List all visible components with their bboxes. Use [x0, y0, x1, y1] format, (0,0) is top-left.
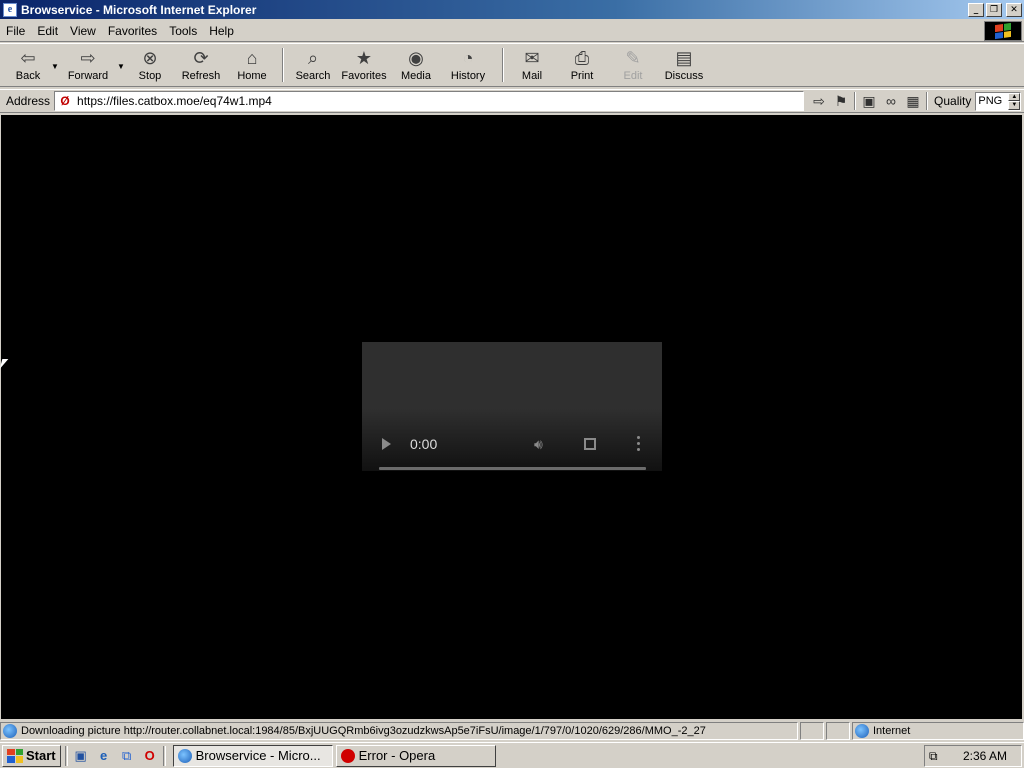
print-button[interactable]: ⎙ Print — [554, 44, 610, 86]
discuss-icon: ▤ — [675, 47, 693, 68]
toolbar-separator — [502, 48, 504, 82]
fullscreen-icon[interactable] — [584, 438, 596, 450]
home-icon: ⌂ — [246, 47, 258, 68]
discuss-button[interactable]: ▤ Discuss — [656, 44, 712, 86]
opera-task-icon — [340, 748, 355, 763]
binoculars-find-icon[interactable]: ∞ — [880, 91, 902, 111]
address-tools: ⇨ ⚑ ▣ ∞ ▦ Quality PNG ▲ ▼ — [808, 91, 1022, 111]
opera-quicklaunch-icon[interactable]: O — [141, 747, 159, 765]
address-label: Address — [6, 94, 51, 108]
search-icon: ⌕ — [307, 47, 319, 68]
window-title: Browservice - Microsoft Internet Explore… — [21, 2, 257, 17]
clock[interactable]: 2:36 AM — [963, 749, 1007, 763]
bookmark-icon[interactable]: ⚑ — [830, 91, 852, 111]
quality-label: Quality — [934, 94, 972, 108]
back-dropdown-icon[interactable]: ▼ — [50, 44, 60, 86]
back-arrow-icon: ⇦ — [20, 47, 36, 68]
edit-button[interactable]: ✎ Edit — [610, 44, 656, 86]
menu-help[interactable]: Help — [203, 20, 240, 42]
video-player[interactable]: 0:00 🔊︎ — [362, 342, 662, 471]
status-bar: Downloading picture http://router.collab… — [0, 721, 1024, 741]
page-content: 0:00 🔊︎ — [0, 115, 1022, 719]
menu-view[interactable]: View — [64, 20, 102, 42]
network-tray-icon[interactable]: ⧉ — [929, 749, 938, 764]
more-options-icon[interactable] — [637, 436, 640, 451]
standard-toolbar: ⇦ Back ▼ ⇨ Forward ▼ ⊗ Stop ⟳ Refresh ⌂ … — [0, 43, 1024, 87]
network-quicklaunch-icon[interactable]: ⧉ — [118, 747, 136, 765]
menu-file[interactable]: File — [0, 20, 31, 42]
status-text-panel: Downloading picture http://router.collab… — [0, 722, 798, 740]
forward-button[interactable]: ⇨ Forward — [60, 44, 116, 86]
media-button[interactable]: ◉ Media — [392, 44, 440, 86]
home-button[interactable]: ⌂ Home — [228, 44, 276, 86]
ie-page-icon — [3, 724, 17, 738]
mail-button[interactable]: ✉ Mail — [510, 44, 554, 86]
quality-value: PNG — [978, 95, 1003, 107]
status-text: Downloading picture http://router.collab… — [21, 725, 706, 737]
media-icon: ◉ — [408, 47, 424, 68]
address-bar: Address Ø https://files.catbox.moe/eq74w… — [0, 89, 1024, 113]
quality-spinner[interactable]: ▲ ▼ — [1008, 92, 1021, 110]
mail-icon: ✉ — [524, 47, 540, 68]
status-cell — [826, 722, 850, 740]
window-controls: _ ❐ ✕ — [968, 2, 1022, 17]
menu-edit[interactable]: Edit — [31, 20, 64, 42]
refresh-icon: ⟳ — [193, 47, 209, 68]
security-zone: Internet — [852, 722, 1024, 740]
windows-throbber-icon — [984, 21, 1022, 41]
system-tray: ⧉ 2:36 AM — [924, 745, 1022, 767]
go-arrow-icon[interactable]: ⇨ — [808, 91, 830, 111]
start-button[interactable]: Start — [2, 744, 61, 767]
forward-dropdown-icon[interactable]: ▼ — [116, 44, 126, 86]
windows-logo-icon — [7, 748, 23, 763]
minimize-button[interactable]: _ — [968, 2, 984, 17]
menu-tools[interactable]: Tools — [163, 20, 203, 42]
taskbar-task-opera[interactable]: Error - Opera — [335, 744, 496, 767]
quality-select[interactable]: PNG ▲ ▼ — [975, 91, 1022, 111]
edit-page-icon: ✎ — [625, 47, 641, 68]
globe-icon — [855, 724, 869, 738]
video-progress-bar[interactable] — [379, 467, 646, 470]
stop-button[interactable]: ⊗ Stop — [126, 44, 174, 86]
show-desktop-icon[interactable]: ▣ — [72, 747, 90, 765]
clipboard-icon[interactable]: ▦ — [902, 91, 924, 111]
forward-arrow-icon: ⇨ — [80, 47, 96, 68]
ie-quicklaunch-icon[interactable]: e — [95, 747, 113, 765]
ie-task-icon — [177, 748, 192, 763]
history-icon: ◔ — [462, 47, 474, 68]
menu-favorites[interactable]: Favorites — [102, 20, 163, 42]
status-cell — [800, 722, 824, 740]
play-icon[interactable] — [382, 438, 391, 450]
favorites-button[interactable]: ★ Favorites — [336, 44, 392, 86]
quick-launch: ▣ e ⧉ O — [72, 747, 159, 765]
search-button[interactable]: ⌕ Search — [290, 44, 336, 86]
page-view-icon[interactable]: ▣ — [858, 91, 880, 111]
printer-icon: ⎙ — [574, 47, 590, 68]
ie-logo-icon: e — [3, 2, 17, 17]
address-url: https://files.catbox.moe/eq74w1.mp4 — [77, 94, 272, 108]
title-bar: e Browservice - Microsoft Internet Explo… — [0, 0, 1024, 19]
refresh-button[interactable]: ⟳ Refresh — [174, 44, 228, 86]
video-time: 0:00 — [410, 436, 438, 452]
menu-bar: File Edit View Favorites Tools Help — [0, 20, 1024, 42]
restore-button[interactable]: ❐ — [986, 2, 1002, 17]
back-button[interactable]: ⇦ Back — [6, 44, 50, 86]
zone-label: Internet — [873, 725, 911, 737]
favorites-folder-icon: ★ — [355, 47, 373, 68]
taskbar-task-browservice[interactable]: Browservice - Micro... — [172, 744, 333, 767]
taskbar: Start ▣ e ⧉ O Browservice - Micro... Err… — [0, 742, 1024, 768]
mouse-cursor-icon — [0, 359, 9, 369]
toolbar-separator — [282, 48, 284, 82]
address-input[interactable]: Ø https://files.catbox.moe/eq74w1.mp4 — [54, 91, 805, 111]
page-icon: Ø — [60, 94, 70, 108]
close-button[interactable]: ✕ — [1006, 2, 1022, 17]
stop-icon: ⊗ — [142, 47, 158, 68]
history-button[interactable]: ◔ History — [440, 44, 496, 86]
volume-icon[interactable]: 🔊︎ — [534, 436, 543, 453]
